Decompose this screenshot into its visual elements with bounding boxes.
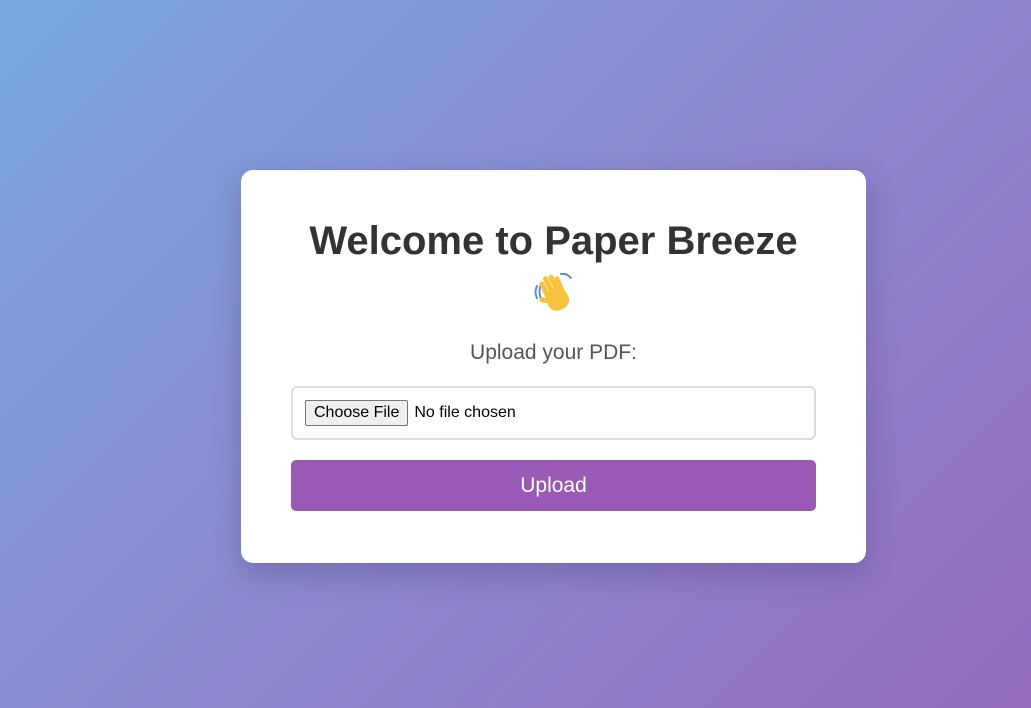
upload-card: Welcome to Paper Breeze Upload your PDF:… (241, 170, 866, 563)
file-status-text: No file chosen (414, 404, 516, 421)
waving-hand-icon (534, 272, 572, 311)
page-background: { "card": { "title": "Welcome to Paper B… (0, 0, 1031, 708)
choose-file-button[interactable]: Choose File (305, 400, 409, 426)
page-title: Welcome to Paper Breeze (309, 219, 798, 263)
upload-label: Upload your PDF: (470, 341, 637, 364)
upload-button[interactable]: Upload (291, 460, 816, 511)
file-input[interactable]: Choose File No file chosen (291, 386, 816, 440)
